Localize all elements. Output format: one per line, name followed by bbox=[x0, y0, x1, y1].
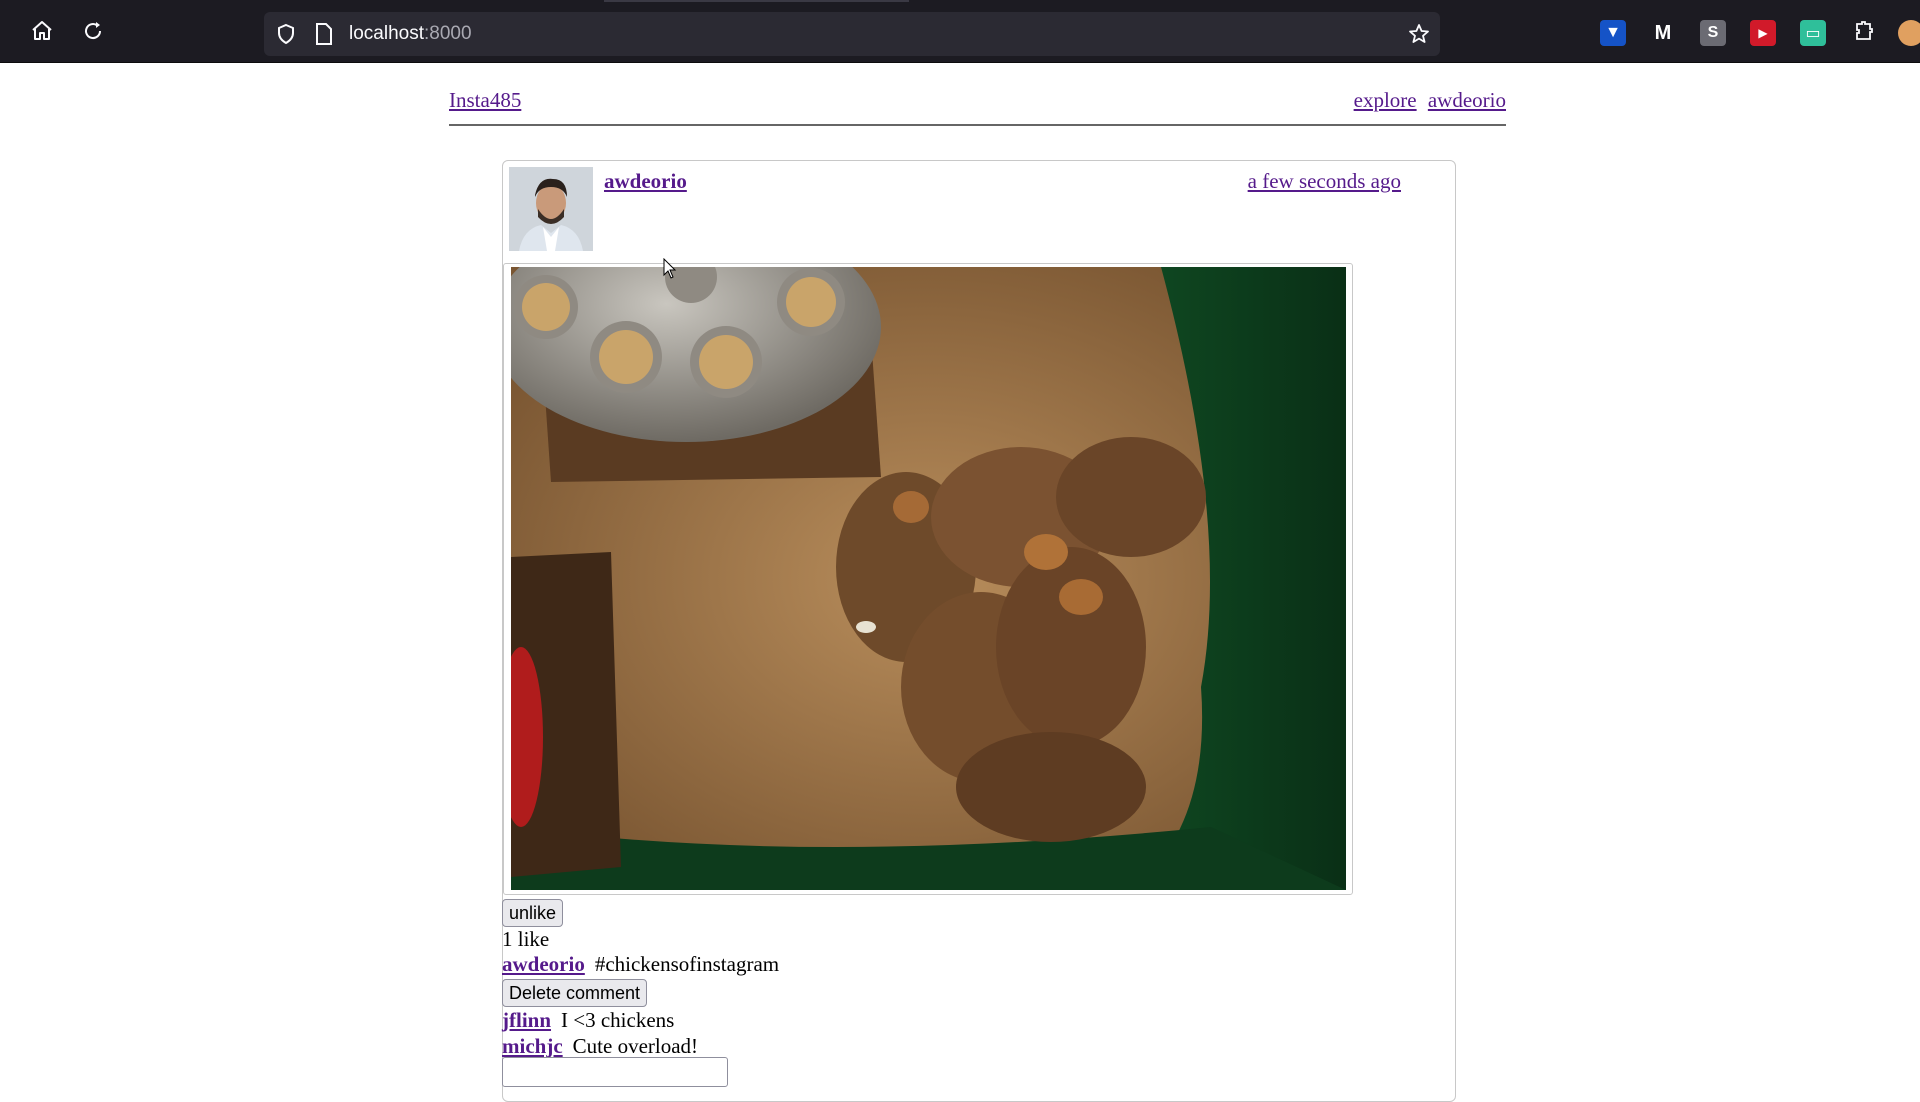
s-extension-icon[interactable]: S bbox=[1700, 20, 1726, 46]
page-icon bbox=[314, 22, 334, 51]
likes-count: 1 like bbox=[502, 927, 550, 951]
url-text[interactable]: localhost:8000 bbox=[349, 23, 472, 45]
comment-owner-link[interactable]: jflinn bbox=[502, 1008, 551, 1032]
bitwarden-extension-icon[interactable]: ▼ bbox=[1600, 20, 1626, 46]
extensions-icon[interactable] bbox=[1848, 16, 1878, 46]
browser-toolbar: localhost:8000 ▼ M S ▶ ▭ bbox=[0, 0, 1920, 63]
active-tab-indicator bbox=[604, 0, 909, 2]
profile-avatar-icon[interactable] bbox=[1898, 20, 1920, 46]
site-header: Insta485 explore awdeorio bbox=[449, 88, 1506, 126]
comment-owner-link[interactable]: awdeorio bbox=[502, 952, 585, 976]
post-owner-link[interactable]: awdeorio bbox=[604, 169, 687, 194]
url-host: localhost bbox=[349, 23, 424, 44]
unlike-button[interactable]: unlike bbox=[502, 899, 564, 927]
comment-item: michjc Cute overload! bbox=[502, 1034, 698, 1059]
user-profile-link[interactable]: awdeorio bbox=[1428, 88, 1506, 112]
post-timestamp-link[interactable]: a few seconds ago bbox=[1248, 169, 1401, 194]
comment-owner-link[interactable]: michjc bbox=[502, 1034, 563, 1058]
post-image[interactable] bbox=[511, 267, 1346, 890]
reload-icon[interactable] bbox=[78, 16, 108, 46]
explore-link[interactable]: explore bbox=[1354, 88, 1417, 112]
comment-item: awdeorio #chickensofinstagram bbox=[502, 952, 779, 977]
delete-comment-button[interactable]: Delete comment bbox=[502, 979, 648, 1007]
comment-item: jflinn I <3 chickens bbox=[502, 1008, 674, 1033]
address-bar[interactable]: localhost:8000 bbox=[264, 12, 1440, 56]
post-image-frame bbox=[503, 263, 1353, 895]
malwarebytes-extension-icon[interactable]: M bbox=[1650, 20, 1676, 46]
brand-link[interactable]: Insta485 bbox=[449, 88, 521, 113]
comment-text: I <3 chickens bbox=[561, 1008, 675, 1032]
header-links: explore awdeorio bbox=[1348, 88, 1506, 113]
comment-input[interactable] bbox=[502, 1057, 728, 1087]
record-extension-icon[interactable]: ▶ bbox=[1750, 20, 1776, 46]
comment-text: #chickensofinstagram bbox=[594, 952, 780, 976]
bookmark-star-icon[interactable] bbox=[1407, 22, 1431, 51]
home-icon[interactable] bbox=[27, 16, 57, 46]
comment-text: Cute overload! bbox=[572, 1034, 699, 1058]
owner-avatar[interactable] bbox=[509, 167, 593, 251]
shield-icon[interactable] bbox=[274, 22, 298, 51]
save-extension-icon[interactable]: ▭ bbox=[1800, 20, 1826, 46]
url-port: :8000 bbox=[424, 23, 472, 44]
mouse-cursor-icon bbox=[663, 258, 677, 279]
